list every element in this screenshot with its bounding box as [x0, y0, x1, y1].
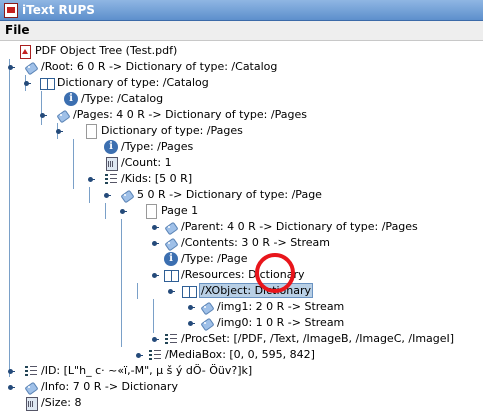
tree-node-img0[interactable]: /img0: 1 0 R -> Stream — [200, 315, 344, 331]
expand-toggle[interactable] — [134, 351, 143, 360]
tag-icon — [164, 220, 178, 234]
number-icon — [24, 396, 38, 411]
tree-node-page-1[interactable]: Page 1 — [144, 203, 198, 219]
tree-node-type-pages[interactable]: i/Type: /Pages — [104, 139, 193, 155]
tag-icon — [200, 300, 214, 314]
tree-node-contents[interactable]: /Contents: 3 0 R -> Stream — [164, 235, 330, 251]
expand-toggle[interactable] — [6, 367, 15, 376]
tree-node-id[interactable]: /ID: [L"h_ c· ~«ï,-M", µ š ý dÖ- Öüv?]k] — [24, 363, 252, 379]
expand-toggle[interactable] — [102, 191, 111, 200]
array-icon — [164, 332, 178, 346]
expand-toggle[interactable] — [38, 111, 47, 120]
file-menu[interactable]: File — [5, 23, 30, 37]
window-title: iText RUPS — [22, 3, 95, 17]
expand-toggle[interactable] — [186, 303, 195, 312]
tree-node-catalog-dictionary[interactable]: Dictionary of type: /Catalog — [40, 75, 209, 91]
dictionary-book-icon — [182, 284, 197, 298]
menu-bar: File — [0, 21, 483, 41]
expand-toggle[interactable] — [186, 319, 195, 328]
expand-toggle[interactable] — [150, 271, 159, 280]
expand-toggle[interactable] — [6, 63, 15, 72]
tree-node-kid-5[interactable]: 5 0 R -> Dictionary of type: /Page — [120, 187, 322, 203]
expand-toggle[interactable] — [150, 335, 159, 344]
tree-node-pages-dictionary[interactable]: Dictionary of type: /Pages — [84, 123, 243, 139]
expand-toggle[interactable] — [166, 287, 175, 296]
tree-node-count[interactable]: /Count: 1 — [104, 155, 172, 171]
tree-node-procset[interactable]: /ProcSet: [/PDF, /Text, /ImageB, /ImageC… — [164, 331, 454, 347]
pdf-file-icon — [18, 44, 32, 59]
tree-node-mediabox[interactable]: /MediaBox: [0, 0, 595, 842] — [148, 347, 315, 363]
page-icon — [84, 124, 98, 139]
tag-icon — [24, 60, 38, 74]
tree-node-root[interactable]: /Root: 6 0 R -> Dictionary of type: /Cat… — [24, 59, 277, 75]
expand-toggle[interactable] — [6, 383, 15, 392]
number-icon — [104, 156, 118, 171]
array-icon — [24, 364, 38, 378]
tree-node-xobject[interactable]: /XObject: Dictionary — [182, 283, 313, 299]
tag-icon — [24, 380, 38, 394]
pdf-object-tree[interactable]: PDF Object Tree (Test.pdf) /Root: 6 0 R … — [0, 41, 483, 420]
tree-node-parent[interactable]: /Parent: 4 0 R -> Dictionary of type: /P… — [164, 219, 418, 235]
tag-icon — [164, 236, 178, 250]
tree-node-type-catalog[interactable]: i/Type: /Catalog — [64, 91, 163, 107]
info-icon: i — [164, 252, 178, 266]
expand-toggle[interactable] — [22, 79, 31, 88]
tag-icon — [200, 316, 214, 330]
tree-node-img1[interactable]: /img1: 2 0 R -> Stream — [200, 299, 344, 315]
expand-toggle[interactable] — [150, 239, 159, 248]
tree-node-pages[interactable]: /Pages: 4 0 R -> Dictionary of type: /Pa… — [56, 107, 307, 123]
tag-icon — [120, 188, 134, 202]
page-icon — [144, 204, 158, 219]
array-icon — [104, 172, 118, 186]
dictionary-book-icon — [164, 268, 179, 282]
expand-toggle[interactable] — [150, 223, 159, 232]
info-icon: i — [104, 140, 118, 154]
tree-node-size[interactable]: /Size: 8 — [24, 395, 82, 411]
tree-node-kids[interactable]: /Kids: [5 0 R] — [104, 171, 192, 187]
tag-icon — [56, 108, 70, 122]
highlight-circle-annotation — [255, 253, 295, 293]
tree-node-pdf-file[interactable]: PDF Object Tree (Test.pdf) — [18, 43, 177, 59]
info-icon: i — [64, 92, 78, 106]
array-icon — [148, 348, 162, 362]
app-logo-icon — [4, 3, 18, 18]
dictionary-book-icon — [40, 76, 55, 90]
expand-toggle[interactable] — [54, 127, 63, 136]
tree-node-info[interactable]: /Info: 7 0 R -> Dictionary — [24, 379, 178, 395]
expand-toggle[interactable] — [118, 207, 127, 216]
tree-node-type-page[interactable]: i/Type: /Page — [164, 251, 248, 267]
window-titlebar: iText RUPS — [0, 0, 483, 21]
expand-toggle[interactable] — [86, 175, 95, 184]
